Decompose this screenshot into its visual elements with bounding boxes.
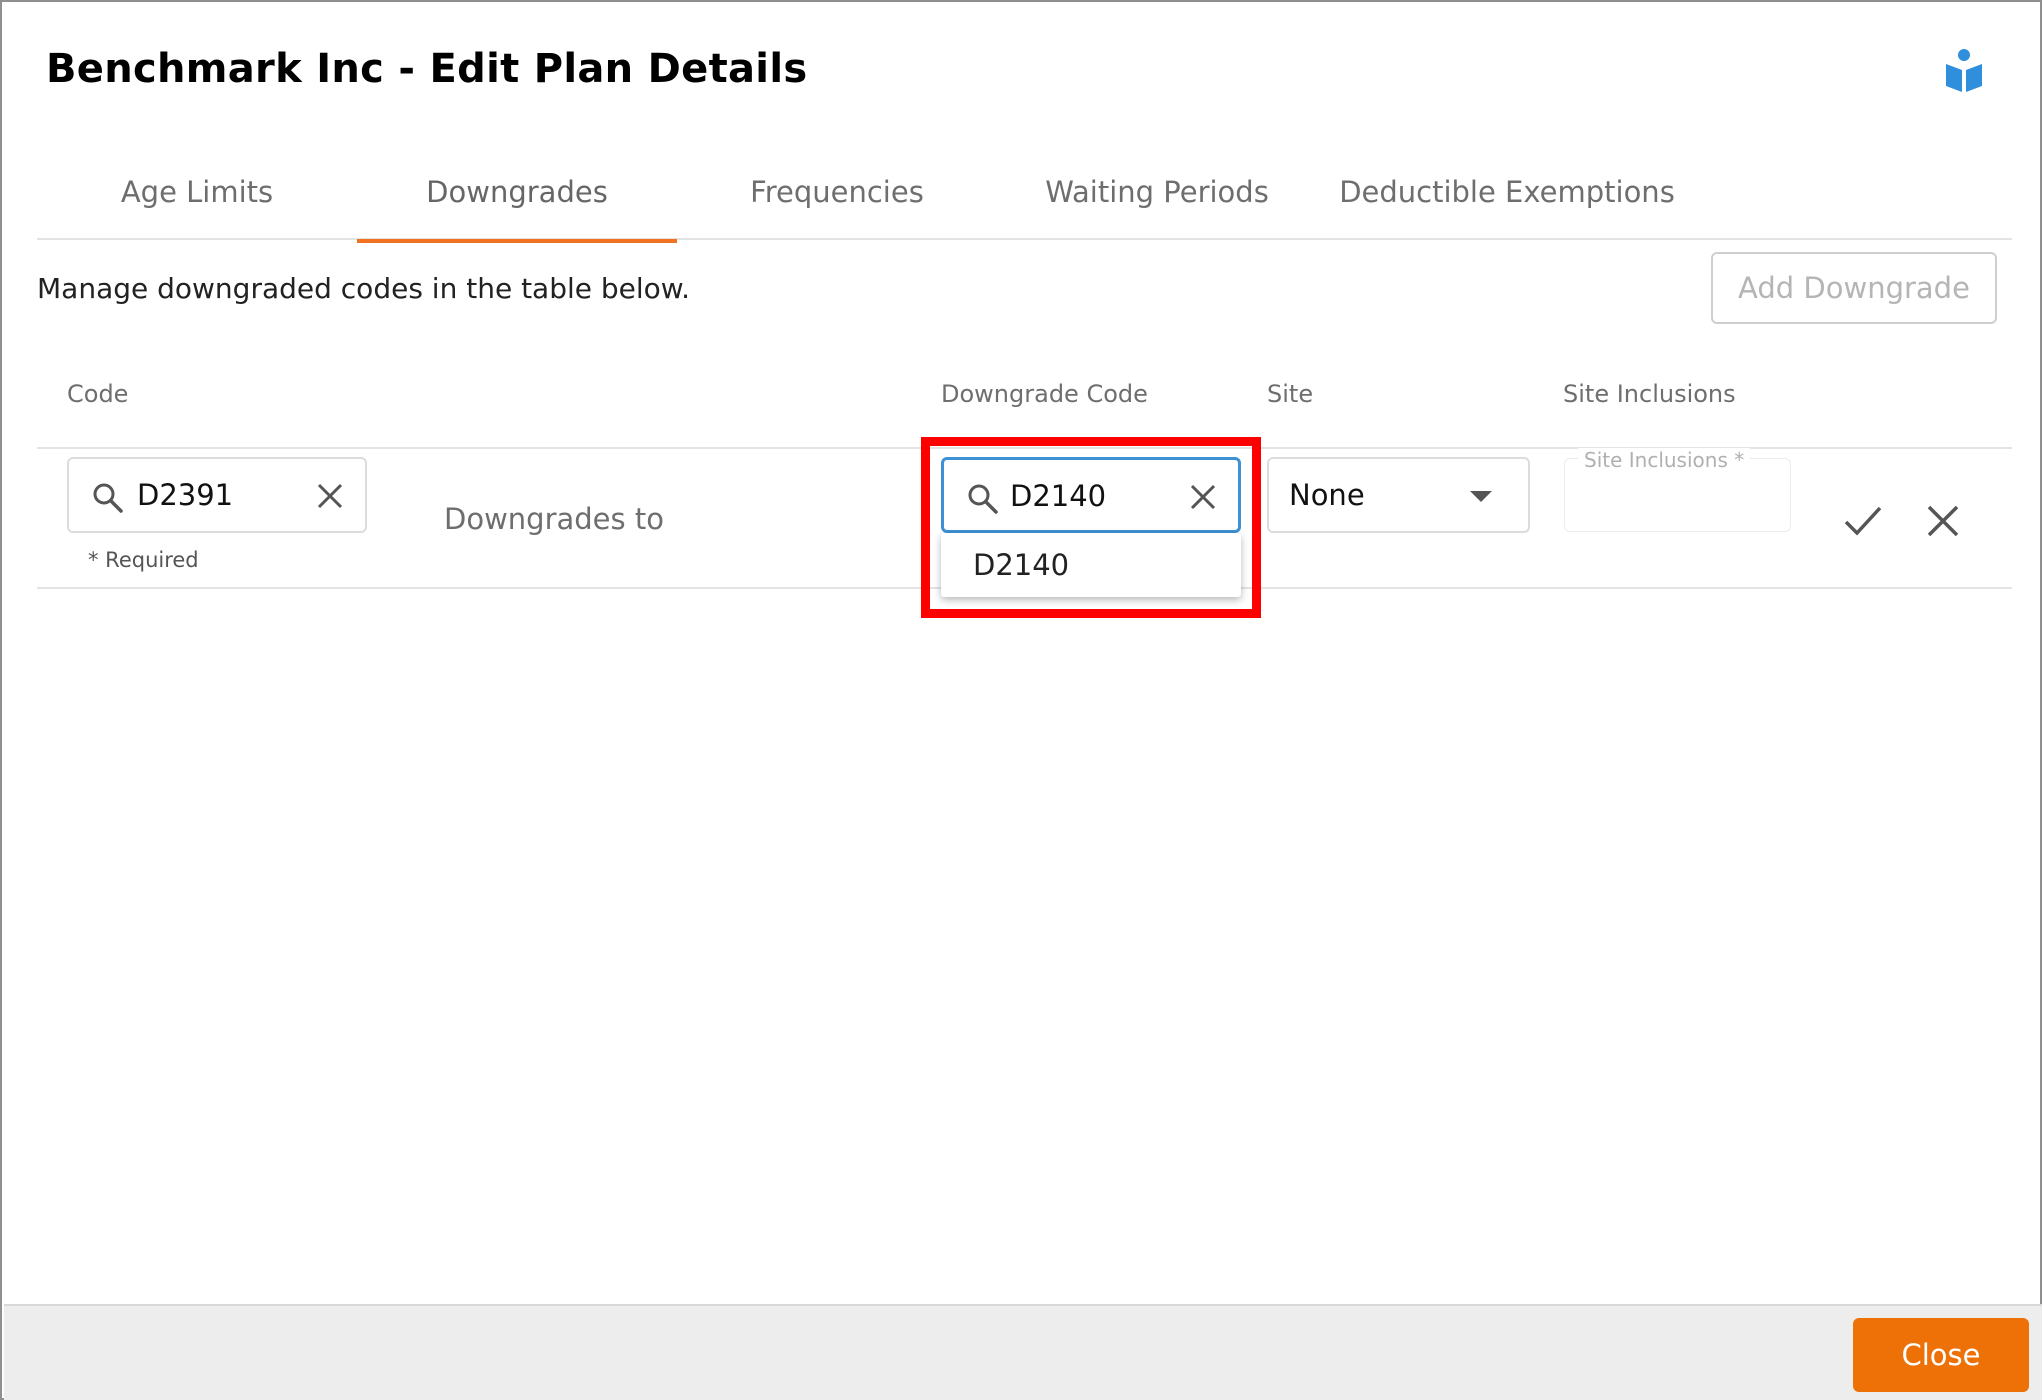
check-icon[interactable] [1843,504,1883,538]
dialog-title: Benchmark Inc - Edit Plan Details [46,46,808,92]
chevron-down-icon [1470,491,1492,502]
close-button[interactable]: Close [1853,1318,2029,1392]
site-select[interactable]: None [1267,457,1530,533]
tab-bar: Age Limits Downgrades Frequencies Waitin… [37,152,2012,243]
clear-icon[interactable] [315,481,345,511]
highlight-box [921,437,1261,618]
site-select-value: None [1289,478,1365,512]
header-code: Code [67,380,129,408]
search-icon [93,483,123,513]
header-site-inclusions: Site Inclusions [1563,380,1736,408]
code-search-input[interactable]: D2391 [67,457,367,533]
edit-plan-dialog: Benchmark Inc - Edit Plan Details Age Li… [0,0,2042,1400]
code-input-value: D2391 [137,478,234,512]
tab-waiting-periods[interactable]: Waiting Periods [997,152,1317,240]
add-downgrade-button[interactable]: Add Downgrade [1711,252,1997,324]
tab-downgrades[interactable]: Downgrades [357,152,677,243]
required-note: * Required [88,548,199,572]
tab-age-limits[interactable]: Age Limits [37,152,357,240]
header-downgrade-code: Downgrade Code [941,380,1148,408]
section-intro: Manage downgraded codes in the table bel… [37,272,691,305]
tab-frequencies[interactable]: Frequencies [677,152,997,240]
book-reader-icon[interactable] [1944,48,1984,94]
tab-deductible-exemptions[interactable]: Deductible Exemptions [1317,152,1697,240]
downgrades-to-label: Downgrades to [444,502,664,536]
close-icon[interactable] [1926,504,1960,538]
site-inclusions-placeholder: Site Inclusions * [1578,448,1751,472]
dialog-footer [4,1304,2042,1400]
header-site: Site [1267,380,1314,408]
